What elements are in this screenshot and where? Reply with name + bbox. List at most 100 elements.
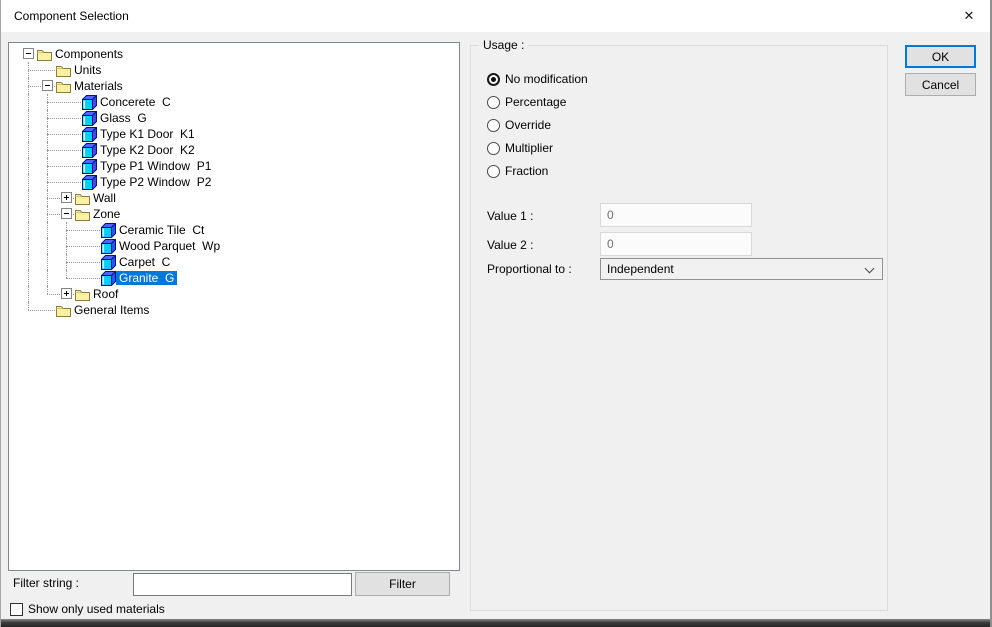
folder-icon bbox=[75, 287, 90, 302]
tree-item-label: Concerete C bbox=[100, 95, 171, 109]
radio-label: No modification bbox=[505, 72, 588, 86]
tree-item-glass[interactable]: Glass G bbox=[9, 110, 459, 126]
tree-item-label: Type K2 Door K2 bbox=[100, 143, 195, 157]
tree-item-granite[interactable]: Granite G bbox=[9, 270, 459, 286]
tree-item-type-p2-window[interactable]: Type P2 Window P2 bbox=[9, 174, 459, 190]
tree-guide-line bbox=[28, 286, 29, 302]
chevron-down-icon bbox=[864, 263, 875, 274]
tree-item-label: Zone bbox=[93, 207, 121, 221]
radio-icon[interactable] bbox=[487, 164, 500, 178]
collapse-icon[interactable] bbox=[23, 48, 34, 59]
material-cube-icon bbox=[101, 255, 116, 270]
tree-item-roof[interactable]: Roof bbox=[9, 286, 459, 302]
ok-button[interactable]: OK bbox=[905, 45, 976, 68]
tree-connector-line bbox=[47, 134, 81, 135]
tree-item-label: Roof bbox=[93, 287, 119, 301]
radio-icon[interactable] bbox=[487, 95, 500, 109]
folder-icon bbox=[37, 47, 52, 62]
tree-guide-line bbox=[47, 238, 48, 254]
tree-item-label: Glass G bbox=[100, 111, 147, 125]
radio-label: Percentage bbox=[505, 95, 567, 109]
tree-item-label: Wall bbox=[93, 191, 116, 205]
tree-item-zone[interactable]: Zone bbox=[9, 206, 459, 222]
tree-guide-line bbox=[28, 206, 29, 222]
tree-item-label: Type K1 Door K1 bbox=[100, 127, 195, 141]
tree-guide-line bbox=[28, 142, 29, 158]
tree-connector-line bbox=[66, 270, 67, 278]
tree-item-materials[interactable]: Materials bbox=[9, 78, 459, 94]
tree-connector-line bbox=[47, 182, 81, 183]
tree-item-wood-parquet[interactable]: Wood Parquet Wp bbox=[9, 238, 459, 254]
dialog-title: Component Selection bbox=[14, 9, 129, 23]
tree-guide-line bbox=[28, 190, 29, 206]
material-cube-icon bbox=[101, 239, 116, 254]
close-icon[interactable]: ✕ bbox=[946, 0, 992, 32]
cancel-button[interactable]: Cancel bbox=[905, 73, 976, 96]
material-cube-icon bbox=[82, 95, 97, 110]
tree-connector-line bbox=[66, 278, 100, 279]
radio-option-percentage[interactable]: Percentage bbox=[487, 95, 566, 109]
folder-icon bbox=[56, 63, 71, 78]
tree-item-label: Carpet C bbox=[119, 255, 171, 269]
tree-guide-line bbox=[28, 158, 29, 174]
radio-option-no-modification[interactable]: No modification bbox=[487, 72, 588, 86]
tree-guide-line bbox=[28, 126, 29, 142]
proportional-label: Proportional to : bbox=[487, 262, 572, 276]
tree-item-ceramic-tile[interactable]: Ceramic Tile Ct bbox=[9, 222, 459, 238]
radio-label: Multiplier bbox=[505, 141, 554, 155]
tree-guide-line bbox=[28, 254, 29, 270]
material-cube-icon bbox=[82, 143, 97, 158]
tree-connector-line bbox=[47, 286, 48, 294]
show-only-used-materials-checkbox[interactable] bbox=[10, 603, 23, 616]
collapse-icon[interactable] bbox=[61, 208, 72, 219]
radio-option-fraction[interactable]: Fraction bbox=[487, 164, 548, 178]
component-selection-dialog: Component Selection ✕ Components Units Mat… bbox=[0, 0, 992, 627]
tree-item-carpet[interactable]: Carpet C bbox=[9, 254, 459, 270]
window-left-edge bbox=[0, 0, 1, 627]
value1-label: Value 1 : bbox=[487, 209, 534, 223]
proportional-value: Independent bbox=[607, 262, 674, 276]
tree-connector-line bbox=[66, 262, 100, 263]
tree-guide-line bbox=[28, 174, 29, 190]
tree-item-general-items[interactable]: General Items bbox=[9, 302, 459, 318]
tree-connector-line bbox=[28, 302, 29, 310]
tree-item-type-k1-door[interactable]: Type K1 Door K1 bbox=[9, 126, 459, 142]
tree-item-label: Ceramic Tile Ct bbox=[119, 223, 205, 237]
tree-item-type-k2-door[interactable]: Type K2 Door K2 bbox=[9, 142, 459, 158]
folder-icon bbox=[56, 303, 71, 318]
radio-option-override[interactable]: Override bbox=[487, 118, 551, 132]
radio-label: Override bbox=[505, 118, 552, 132]
tree-item-label: Components bbox=[55, 47, 124, 61]
tree-connector-line bbox=[47, 166, 81, 167]
tree-item-units[interactable]: Units bbox=[9, 62, 459, 78]
tree-item-wall[interactable]: Wall bbox=[9, 190, 459, 206]
tree-item-concerete[interactable]: Concerete C bbox=[9, 94, 459, 110]
folder-icon bbox=[75, 207, 90, 222]
proportional-select[interactable]: Independent bbox=[600, 258, 883, 280]
show-only-used-materials-label: Show only used materials bbox=[28, 602, 165, 616]
tree-item-components[interactable]: Components bbox=[9, 46, 459, 62]
tree-connector-line bbox=[47, 102, 81, 103]
folder-icon bbox=[56, 79, 71, 94]
filter-button[interactable]: Filter bbox=[355, 572, 450, 596]
collapse-icon[interactable] bbox=[42, 80, 53, 91]
radio-icon[interactable] bbox=[487, 72, 500, 86]
filter-string-input[interactable] bbox=[133, 573, 352, 596]
expand-icon[interactable] bbox=[61, 192, 72, 203]
value1-input bbox=[600, 203, 752, 227]
expand-icon[interactable] bbox=[61, 288, 72, 299]
tree-guide-line bbox=[28, 110, 29, 126]
component-tree[interactable]: Components Units Materials Concerete C Glass… bbox=[8, 42, 460, 571]
material-cube-icon bbox=[82, 175, 97, 190]
radio-option-multiplier[interactable]: Multiplier bbox=[487, 141, 553, 155]
tree-item-type-p1-window[interactable]: Type P1 Window P1 bbox=[9, 158, 459, 174]
material-cube-icon bbox=[101, 223, 116, 238]
value2-label: Value 2 : bbox=[487, 238, 534, 252]
tree-connector-line bbox=[28, 70, 55, 71]
radio-icon[interactable] bbox=[487, 118, 500, 132]
tree-connector-line bbox=[66, 230, 100, 231]
tree-item-label: Units bbox=[74, 63, 102, 77]
usage-groupbox: Usage : No modification Percentage Overrid… bbox=[470, 38, 888, 611]
radio-icon[interactable] bbox=[487, 141, 500, 155]
tree-guide-line bbox=[28, 270, 29, 286]
